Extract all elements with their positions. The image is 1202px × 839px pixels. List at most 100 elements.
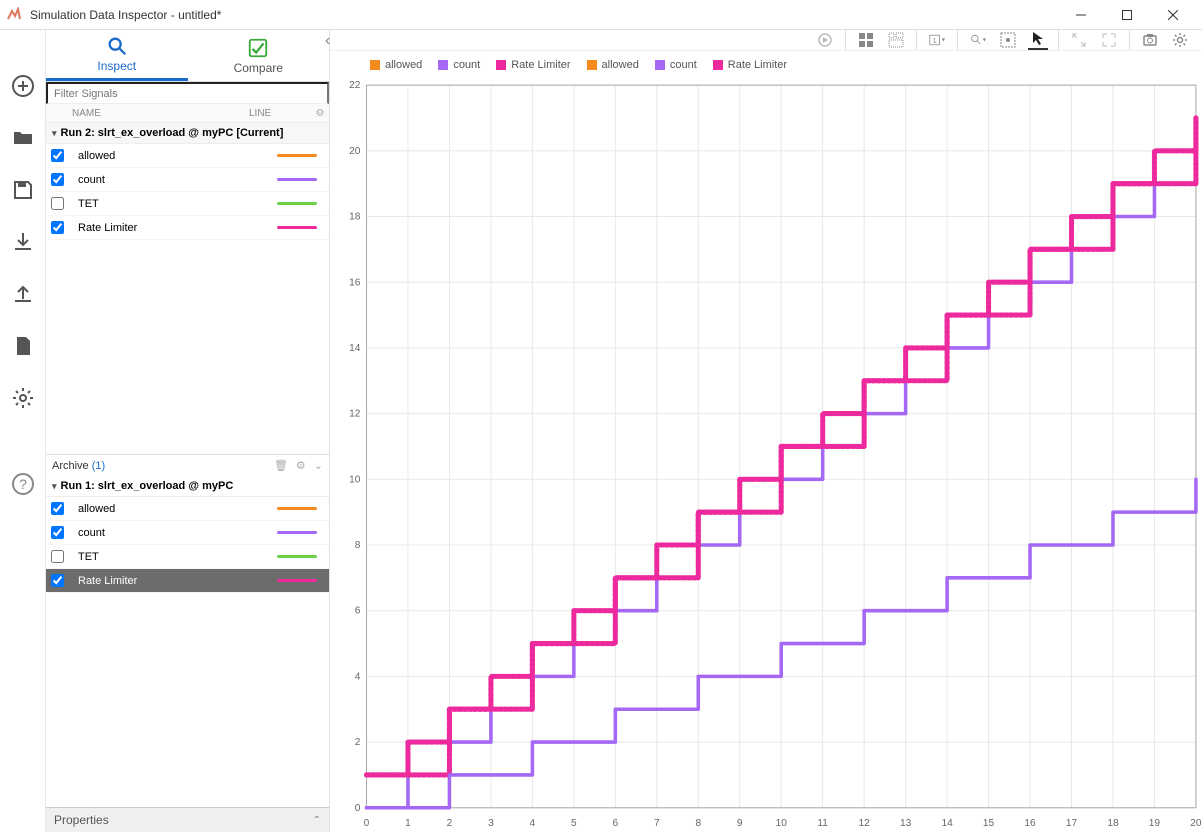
fit-icon[interactable] bbox=[998, 30, 1018, 50]
signal-checkbox[interactable] bbox=[51, 526, 64, 539]
signal-name: Rate Limiter bbox=[68, 222, 265, 234]
signal-row[interactable]: count bbox=[46, 168, 329, 192]
expand-icon: ▾ bbox=[52, 128, 57, 139]
signal-row[interactable]: Rate Limiter bbox=[46, 569, 329, 593]
svg-text:12: 12 bbox=[859, 818, 871, 829]
svg-text:22: 22 bbox=[349, 80, 361, 91]
signal-checkbox[interactable] bbox=[51, 173, 64, 186]
tab-compare[interactable]: Compare bbox=[188, 30, 330, 81]
titlebar: Simulation Data Inspector - untitled* bbox=[0, 0, 1202, 30]
svg-text:18: 18 bbox=[1107, 818, 1119, 829]
legend-item: allowed bbox=[587, 59, 639, 71]
report-button[interactable] bbox=[7, 330, 39, 362]
svg-text:16: 16 bbox=[1024, 818, 1036, 829]
plot-settings-icon[interactable] bbox=[1170, 30, 1190, 50]
window-title: Simulation Data Inspector - untitled* bbox=[30, 8, 1058, 22]
archive-count: (1) bbox=[92, 460, 105, 472]
tab-inspect[interactable]: Inspect bbox=[46, 30, 188, 81]
run2-title: Run 2: slrt_ex_overload @ myPC [Current] bbox=[61, 127, 284, 139]
plot-canvas[interactable]: 0123456789101112131415161718192002468101… bbox=[330, 79, 1202, 834]
expand-icon: ▾ bbox=[52, 481, 57, 492]
close-button[interactable] bbox=[1150, 0, 1196, 30]
signal-row[interactable]: allowed bbox=[46, 497, 329, 521]
matlab-logo-icon bbox=[6, 7, 22, 23]
svg-text:17: 17 bbox=[1066, 818, 1078, 829]
left-icon-column: ? bbox=[0, 30, 46, 832]
run1-header[interactable]: ▾ Run 1: slrt_ex_overload @ myPC bbox=[46, 476, 329, 497]
svg-text:5: 5 bbox=[571, 818, 577, 829]
export-button[interactable] bbox=[7, 278, 39, 310]
filter-signals-input[interactable] bbox=[46, 82, 329, 104]
save-button[interactable] bbox=[7, 174, 39, 206]
svg-text:9: 9 bbox=[737, 818, 743, 829]
plot-legend: allowedcountRate LimiterallowedcountRate… bbox=[330, 51, 1202, 75]
maximize-plot-icon[interactable] bbox=[1099, 30, 1119, 50]
archive-chevron-icon[interactable]: ⌄ bbox=[314, 459, 323, 472]
open-button[interactable] bbox=[7, 122, 39, 154]
svg-text:10: 10 bbox=[349, 474, 361, 485]
signal-checkbox[interactable] bbox=[51, 502, 64, 515]
stream-icon[interactable] bbox=[815, 30, 835, 50]
run1-title: Run 1: slrt_ex_overload @ myPC bbox=[61, 480, 234, 492]
signal-row[interactable]: allowed bbox=[46, 144, 329, 168]
snapshot-icon[interactable] bbox=[1140, 30, 1160, 50]
maximize-button[interactable] bbox=[1104, 0, 1150, 30]
archive-gear-icon[interactable]: ⚙ bbox=[296, 459, 306, 472]
run2-header[interactable]: ▾ Run 2: slrt_ex_overload @ myPC [Curren… bbox=[46, 123, 329, 144]
signal-row[interactable]: Rate Limiter bbox=[46, 216, 329, 240]
layout-custom-icon[interactable] bbox=[886, 30, 906, 50]
tab-inspect-label: Inspect bbox=[97, 59, 136, 73]
signal-checkbox[interactable] bbox=[51, 149, 64, 162]
signal-name: TET bbox=[68, 198, 265, 210]
minimize-button[interactable] bbox=[1058, 0, 1104, 30]
add-run-button[interactable] bbox=[7, 70, 39, 102]
preferences-button[interactable] bbox=[7, 382, 39, 414]
signal-columns-header: NAME LINE ⚙ bbox=[46, 104, 329, 123]
legend-swatch bbox=[370, 60, 380, 70]
signal-checkbox[interactable] bbox=[51, 550, 64, 563]
signal-checkbox[interactable] bbox=[51, 197, 64, 210]
cursor-icon[interactable] bbox=[1028, 30, 1048, 50]
svg-text:1: 1 bbox=[933, 36, 937, 45]
help-button[interactable]: ? bbox=[7, 468, 39, 500]
expand-icon[interactable] bbox=[1069, 30, 1089, 50]
zoom-dropdown[interactable] bbox=[968, 30, 988, 50]
legend-item: Rate Limiter bbox=[713, 59, 787, 71]
archive-trash-icon[interactable]: 🗑 bbox=[274, 459, 288, 472]
svg-text:0: 0 bbox=[364, 818, 370, 829]
svg-text:?: ? bbox=[19, 476, 27, 492]
signal-checkbox[interactable] bbox=[51, 574, 64, 587]
signal-line-swatch bbox=[277, 555, 317, 558]
signal-row[interactable]: TET bbox=[46, 192, 329, 216]
svg-text:18: 18 bbox=[349, 212, 361, 223]
archive-header[interactable]: Archive (1) 🗑 ⚙ ⌄ bbox=[46, 454, 329, 476]
legend-swatch bbox=[713, 60, 723, 70]
import-button[interactable] bbox=[7, 226, 39, 258]
subplot-dropdown[interactable]: 1 bbox=[927, 30, 947, 50]
svg-text:7: 7 bbox=[654, 818, 660, 829]
plot-area: 1 allowedcountRate LimiterallowedcountRa… bbox=[330, 30, 1202, 832]
svg-text:0: 0 bbox=[355, 803, 361, 814]
signal-row[interactable]: TET bbox=[46, 545, 329, 569]
properties-label: Properties bbox=[54, 813, 109, 827]
collapse-panel-icon[interactable]: ‹ bbox=[325, 32, 339, 46]
legend-item: count bbox=[655, 59, 697, 71]
signal-line-swatch bbox=[277, 226, 317, 229]
col-name: NAME bbox=[68, 108, 249, 119]
signal-name: Rate Limiter bbox=[68, 575, 265, 587]
svg-text:12: 12 bbox=[349, 409, 361, 420]
signal-line-swatch bbox=[277, 507, 317, 510]
legend-label: count bbox=[670, 59, 697, 71]
signal-checkbox[interactable] bbox=[51, 221, 64, 234]
legend-swatch bbox=[496, 60, 506, 70]
properties-section[interactable]: Properties ⌃ bbox=[46, 807, 329, 832]
columns-gear-icon[interactable]: ⚙ bbox=[311, 108, 329, 119]
svg-text:6: 6 bbox=[355, 606, 361, 617]
side-panel: Inspect Compare ‹ NAME LINE ⚙ ▾ Run 2: s… bbox=[46, 30, 330, 832]
signal-row[interactable]: count bbox=[46, 521, 329, 545]
svg-text:14: 14 bbox=[941, 818, 953, 829]
signal-name: count bbox=[68, 527, 265, 539]
svg-text:10: 10 bbox=[776, 818, 788, 829]
layout-grid-icon[interactable] bbox=[856, 30, 876, 50]
svg-text:19: 19 bbox=[1149, 818, 1161, 829]
